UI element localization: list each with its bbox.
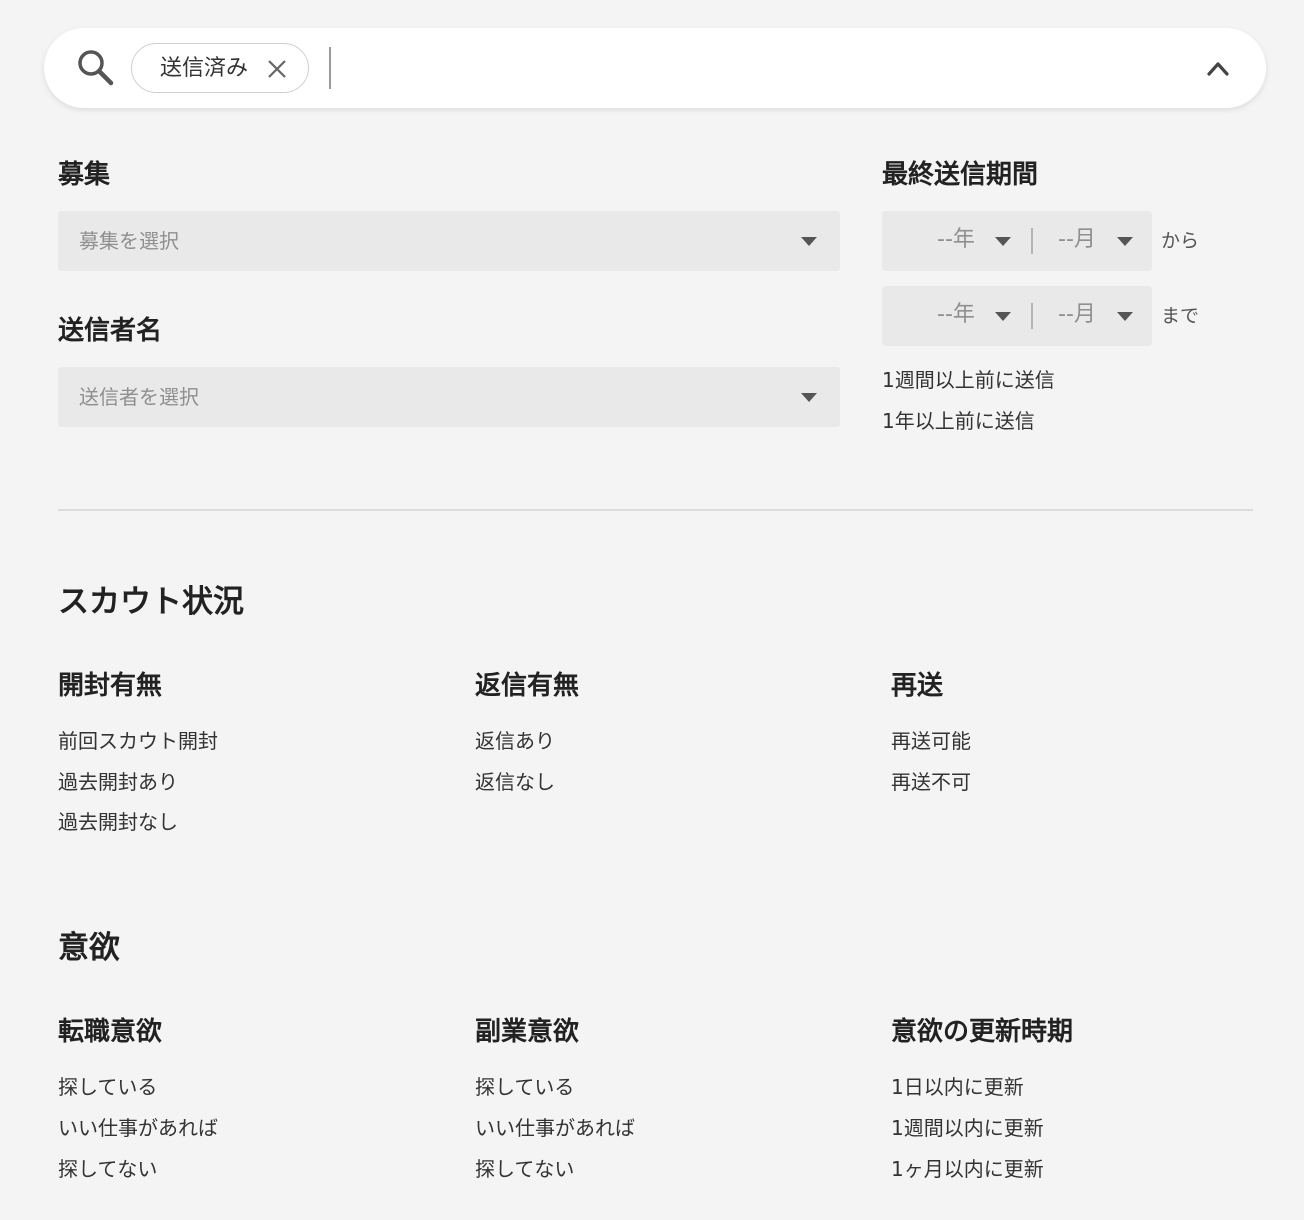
caret-down-icon [801,393,817,402]
section-divider [58,509,1253,511]
quick-option-1-year[interactable]: 1年以上前に送信 [882,408,1035,434]
caret-down-icon [801,237,817,246]
resend-title: 再送 [891,671,944,701]
to-month-placeholder: --月 [1058,302,1096,327]
from-month-select[interactable]: --月 [1033,211,1152,271]
from-date-picker: --年 --月 [882,211,1152,271]
quick-option-1-week[interactable]: 1週間以上前に送信 [882,367,1055,393]
option-last-scout-opened[interactable]: 前回スカウト開封 [58,728,218,754]
open-status-title: 開封有無 [58,671,163,701]
text-cursor [329,47,331,89]
to-word: まで [1161,305,1200,327]
caret-down-icon [1117,237,1133,246]
filter-chip-label: 送信済み [160,56,249,81]
caret-down-icon [995,237,1011,246]
search-input[interactable] [340,40,1164,98]
option-past-opened[interactable]: 過去開封あり [58,769,178,795]
option-updated-1-month[interactable]: 1ヶ月以内に更新 [891,1156,1044,1182]
motivation-title: 意欲 [58,930,120,966]
side-job-motivation-title: 副業意欲 [475,1017,580,1047]
to-date-picker: --年 --月 [882,286,1152,346]
recruitment-label: 募集 [58,160,111,190]
to-year-select[interactable]: --年 [882,286,1030,346]
sender-select-placeholder: 送信者を選択 [79,385,199,409]
from-year-select[interactable]: --年 [882,211,1030,271]
option-resend-allowed[interactable]: 再送可能 [891,728,971,754]
recruitment-select-placeholder: 募集を選択 [79,229,179,253]
job-change-motivation-title: 転職意欲 [58,1017,163,1047]
option-job-not-searching[interactable]: 探してない [58,1156,157,1182]
option-side-if-good[interactable]: いい仕事があれば [475,1115,635,1141]
option-side-searching[interactable]: 探している [475,1074,574,1100]
close-icon[interactable] [266,58,288,80]
option-resend-not-allowed[interactable]: 再送不可 [891,769,971,795]
motivation-update-title: 意欲の更新時期 [891,1017,1074,1047]
from-year-placeholder: --年 [937,227,975,252]
sender-label: 送信者名 [58,316,163,346]
option-job-searching[interactable]: 探している [58,1074,157,1100]
to-year-placeholder: --年 [937,302,975,327]
chevron-up-icon[interactable] [1196,50,1240,86]
from-month-placeholder: --月 [1058,227,1096,252]
to-month-select[interactable]: --月 [1033,286,1152,346]
option-past-not-opened[interactable]: 過去開封なし [58,809,178,835]
filter-chip-sent[interactable]: 送信済み [131,43,309,93]
caret-down-icon [1117,312,1133,321]
option-job-if-good[interactable]: いい仕事があれば [58,1115,218,1141]
from-word: から [1161,230,1200,252]
reply-status-title: 返信有無 [475,671,580,701]
caret-down-icon [995,312,1011,321]
search-icon [78,50,114,86]
option-replied[interactable]: 返信あり [475,728,555,754]
scout-status-title: スカウト状況 [58,584,244,620]
option-not-replied[interactable]: 返信なし [475,769,555,795]
sender-select[interactable]: 送信者を選択 [58,367,840,427]
last-sent-period-label: 最終送信期間 [882,160,1039,190]
option-updated-1-week[interactable]: 1週間以内に更新 [891,1115,1044,1141]
option-side-not-searching[interactable]: 探してない [475,1156,574,1182]
option-updated-1-day[interactable]: 1日以内に更新 [891,1074,1024,1100]
recruitment-select[interactable]: 募集を選択 [58,211,840,271]
